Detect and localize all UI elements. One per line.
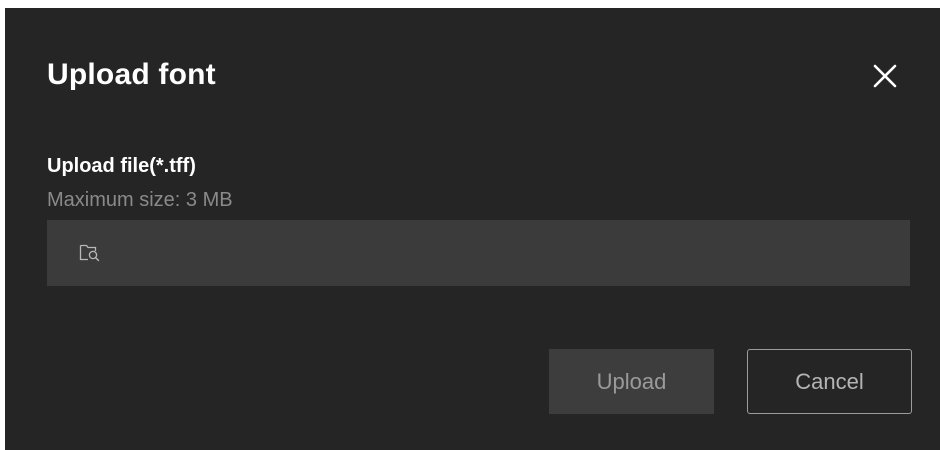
- file-picker-input[interactable]: [47, 220, 910, 286]
- dialog-title: Upload font: [47, 58, 216, 91]
- upload-file-label: Upload file(*.tff): [47, 155, 196, 177]
- close-icon: [873, 64, 897, 88]
- max-size-hint: Maximum size: 3 MB: [47, 189, 233, 211]
- folder-search-icon: [79, 244, 100, 262]
- cancel-button[interactable]: Cancel: [747, 349, 912, 414]
- upload-button[interactable]: Upload: [549, 349, 714, 414]
- close-button[interactable]: [865, 56, 905, 96]
- upload-font-dialog: Upload font Upload file(*.tff) Maximum s…: [5, 8, 940, 450]
